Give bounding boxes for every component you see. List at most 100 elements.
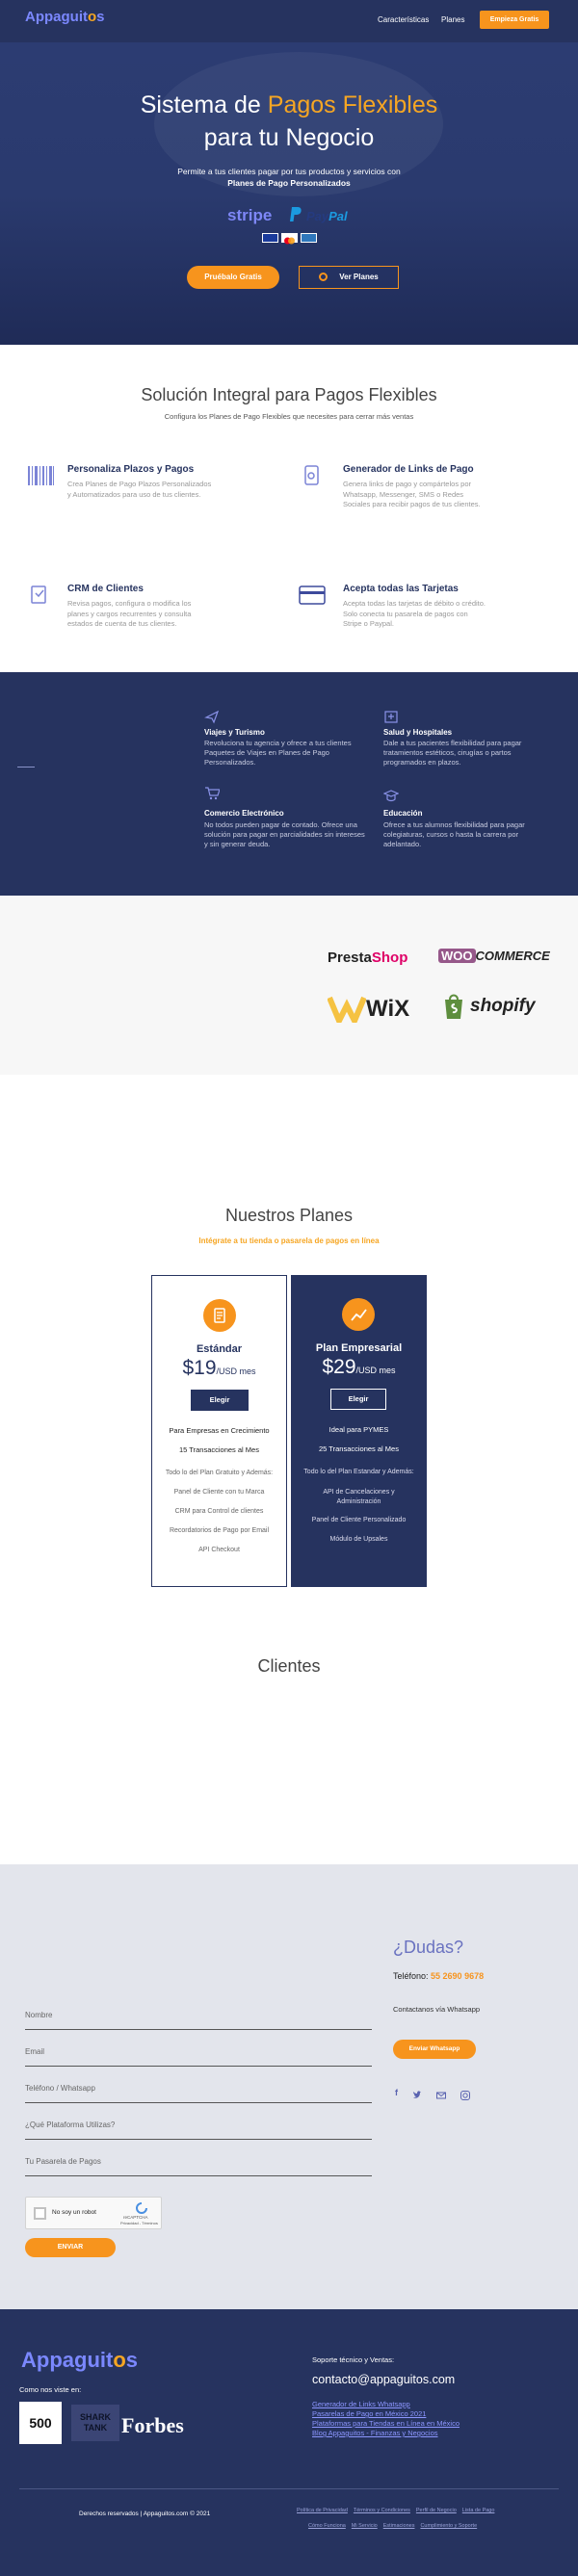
payment-gateway-field[interactable]: Tu Pasarela de Pagos	[25, 2153, 372, 2176]
legal-link[interactable]: Términos y Condiciones	[354, 2508, 410, 2513]
email-field[interactable]: Email	[25, 2043, 372, 2067]
plan-highlight: 25 Transacciones al Mes	[319, 1444, 399, 1453]
paypal-logo: PayPal	[306, 209, 348, 223]
plan-highlight: Ideal para PYMES	[328, 1425, 389, 1434]
plan-feature: Módulo de Upsales	[329, 1536, 388, 1543]
choose-plan-button[interactable]: Elegir	[330, 1389, 386, 1410]
support-label: Soporte técnico y Ventas:	[312, 2355, 395, 2364]
legal-link[interactable]: Lista de Pago	[462, 2508, 495, 2513]
instagram-icon[interactable]	[460, 2088, 470, 2100]
name-field[interactable]: Nombre	[25, 2007, 372, 2030]
nav-link-planes[interactable]: Planes	[441, 15, 464, 24]
plan-feature: Panel de Cliente con tu Marca	[173, 1489, 265, 1496]
footer-link[interactable]: Generador de Links Whatsapp	[312, 2400, 460, 2409]
choose-plan-button[interactable]: Elegir	[191, 1390, 249, 1411]
plan-price: $29/USD mes	[322, 1356, 396, 1378]
legal-link[interactable]: Cumplimiento y Soporte	[420, 2523, 477, 2529]
plan-feature: CRM para Control de clientes	[174, 1508, 264, 1515]
solution-subtitle: Configura los Planes de Pago Flexibles q…	[164, 412, 414, 421]
plan-feature: API de Cancelaciones y Administración	[323, 1489, 395, 1505]
industry-desc-comercio: No todos pueden pagar de contado. Ofrece…	[204, 820, 365, 848]
submit-button[interactable]: ENVIAR	[25, 2238, 116, 2257]
plan-icon-standard	[203, 1299, 236, 1332]
legal-link[interactable]: Política de Privacidad	[297, 2508, 348, 2513]
hospital-icon	[383, 709, 399, 724]
graduation-cap-icon	[382, 788, 400, 803]
feature-desc-tarjetas: Acepta todas las tarjetas de débito o cr…	[343, 599, 486, 628]
barcode-icon	[27, 464, 56, 487]
phone-field[interactable]: Teléfono / Whatsapp	[25, 2080, 372, 2103]
plan-highlight: 15 Transacciones al Mes	[179, 1445, 259, 1454]
section-divider	[17, 767, 35, 768]
industry-desc-viajes: Revoluciona tu agencia y ofrece a tus cl…	[204, 739, 352, 767]
clients-title: Clientes	[257, 1656, 321, 1676]
whatsapp-text: Contactanos vía Whatsapp	[393, 2005, 481, 2014]
footer-divider	[19, 2488, 559, 2489]
whatsapp-button[interactable]: Enviar Whatsapp	[393, 2040, 476, 2059]
wix-logo: WiX	[366, 996, 410, 1022]
legal-links-row2: Cómo Funciona Mi Servicio Estimaciones C…	[308, 2523, 477, 2529]
contact-section: Nombre Email Teléfono / Whatsapp ¿Qué Pl…	[0, 1864, 578, 2309]
facebook-icon[interactable]: f	[395, 2088, 398, 2097]
try-free-button[interactable]: Pruébalo Gratis	[187, 266, 279, 289]
plan-feature: API Checkout	[198, 1547, 240, 1553]
industry-title-salud: Salud y Hospitales	[383, 728, 453, 737]
footer-link[interactable]: Plataformas para Tiendas en Línea en Méx…	[312, 2419, 460, 2429]
contact-email[interactable]: contacto@appaguitos.com	[312, 2373, 455, 2386]
legal-link[interactable]: Perfil de Negocio	[416, 2508, 457, 2513]
platform-field[interactable]: ¿Qué Plataforma Utilizas?	[25, 2117, 372, 2140]
nav-link-caracteristicas[interactable]: Características	[378, 15, 429, 24]
logo-forbes: Forbes	[121, 2413, 184, 2437]
industry-desc-educacion: Ofrece a tus alumnos flexibilidad para p…	[383, 820, 525, 848]
plan-price: $19/USD mes	[182, 1357, 256, 1379]
industry-title-viajes: Viajes y Turismo	[204, 728, 265, 737]
twitter-icon[interactable]	[412, 2088, 422, 2098]
plan-feature: Panel de Cliente Personalizado	[311, 1517, 407, 1523]
site-logo[interactable]: Appaguitos	[25, 9, 105, 25]
hero-section: Sistema de Pagos Flexibles para tu Negoci…	[0, 42, 578, 345]
shopify-bag-icon	[441, 992, 466, 1021]
plan-feature: Todo lo del Plan Estandar y Además:	[303, 1469, 414, 1475]
plan-card-standard: Estándar $19/USD mes Elegir Para Empresa…	[151, 1275, 287, 1587]
wix-icon	[327, 996, 367, 1028]
logo-shark-tank: SHARK TANK	[71, 2405, 119, 2441]
prestashop-logo: PrestaShop	[328, 950, 408, 966]
hero-subtitle-bold: Planes de Pago Personalizados	[227, 178, 351, 188]
solution-title: Solución Integral para Pagos Flexibles	[141, 385, 437, 404]
legal-link[interactable]: Mi Servicio	[352, 2523, 378, 2529]
plan-name: Estándar	[196, 1343, 243, 1355]
plan-icon-business	[342, 1298, 375, 1331]
legal-link[interactable]: Cómo Funciona	[308, 2523, 346, 2529]
start-free-button[interactable]: Empieza Gratis	[480, 11, 549, 29]
recaptcha-terms[interactable]: Privacidad - Términos	[120, 2221, 158, 2225]
email-icon[interactable]	[436, 2088, 446, 2099]
industry-title-comercio: Comercio Electrónico	[204, 809, 284, 818]
seen-in-label: Como nos viste en:	[19, 2385, 82, 2394]
top-navbar: Appaguitos Características Planes Empiez…	[0, 0, 578, 42]
footer-link[interactable]: Pasarelas de Pago en México 2021	[312, 2409, 460, 2419]
circle-icon	[319, 273, 328, 282]
recaptcha-checkbox[interactable]	[34, 2207, 46, 2220]
woocommerce-logo: WOO COMMERCE	[438, 949, 550, 963]
shopify-logo: shopify	[470, 996, 536, 1016]
copyright: Derechos reservados | Appaguitos.com © 2…	[79, 2511, 211, 2517]
plans-subtitle: Intégrate a tu tienda o pasarela de pago…	[198, 1236, 380, 1245]
stripe-logo: stripe	[227, 206, 273, 224]
hero-title: Sistema de Pagos Flexibles para tu Negoci…	[140, 91, 438, 151]
recaptcha-brand: reCAPTCHA	[123, 2215, 148, 2220]
footer-logo[interactable]: Appaguitos	[21, 2348, 138, 2373]
plane-icon	[204, 709, 220, 724]
card-brand-icons	[262, 233, 317, 245]
doubts-title: ¿Dudas?	[393, 1938, 464, 1957]
plan-feature: Recordatorios de Pago por Email	[169, 1527, 270, 1534]
view-plans-button[interactable]: Ver Planes	[299, 266, 399, 289]
legal-link[interactable]: Estimaciones	[383, 2523, 415, 2529]
footer-link[interactable]: Blog Appaguitos - Finanzas y Negocios	[312, 2429, 460, 2438]
platforms-section: PrestaShop WOO COMMERCE WiX shopify	[0, 896, 578, 1075]
legal-links-row1: Política de Privacidad Términos y Condic…	[297, 2508, 494, 2513]
credit-card-icon	[299, 585, 328, 609]
industry-title-educacion: Educación	[383, 809, 423, 818]
solution-section: Solución Integral para Pagos Flexibles C…	[0, 345, 578, 672]
plan-highlight: Para Empresas en Crecimiento	[169, 1426, 270, 1435]
logo-500-startups: 500	[19, 2402, 62, 2444]
